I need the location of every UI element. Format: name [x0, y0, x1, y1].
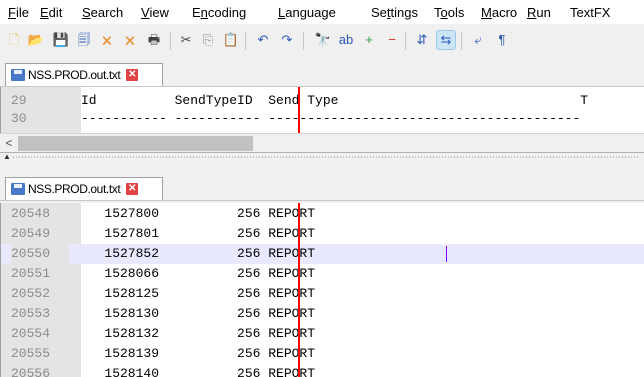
menu-encoding[interactable]: Encoding — [192, 5, 246, 20]
text-line[interactable]: 20548 1527800 256 REPORT — [1, 204, 644, 224]
menu-run[interactable]: Run — [527, 5, 551, 20]
tab-close-icon[interactable]: ✕ — [126, 69, 139, 81]
scroll-left-icon[interactable]: < — [2, 136, 16, 150]
line-text: ----------- ----------- ----------------… — [81, 111, 581, 126]
zoom-out-icon[interactable]: − — [383, 31, 401, 49]
save-all-icon[interactable]: 🗐 — [75, 31, 93, 49]
line-number: 20550 — [11, 244, 69, 264]
text-line[interactable]: 20554 1528132 256 REPORT — [1, 324, 644, 344]
tab-label: NSS.PROD.out.txt — [28, 182, 121, 196]
splitter-arrow-icon: ▲ — [3, 152, 11, 161]
line-number: 20553 — [11, 306, 51, 321]
toolbar-separator — [245, 32, 246, 50]
line-number: 20551 — [11, 266, 51, 281]
tab-label: NSS.PROD.out.txt — [28, 68, 121, 82]
menu-tools[interactable]: Tools — [434, 5, 464, 20]
print-icon[interactable]: 🖶 — [145, 31, 163, 49]
menu-edit[interactable]: Edit — [40, 5, 62, 20]
toolbar-separator — [461, 32, 462, 50]
open-file-icon[interactable]: 📂 — [27, 31, 45, 49]
show-all-chars-icon[interactable]: ¶ — [493, 31, 511, 49]
replace-icon[interactable]: ab — [337, 31, 355, 49]
line-number: 20555 — [11, 346, 51, 361]
menu-search[interactable]: Search — [82, 5, 123, 20]
line-text: 1527852 256 REPORT — [81, 246, 316, 261]
bottom-editor-pane[interactable]: 20548 1527800 256 REPORT 20549 1527801 25… — [0, 203, 644, 377]
text-line[interactable]: 29 Id SendTypeID Send Type T — [1, 92, 644, 110]
toolbar-separator — [405, 32, 406, 50]
toolbar-separator — [170, 32, 171, 50]
splitter-grip — [12, 156, 640, 158]
top-tab-nss-prod[interactable]: NSS.PROD.out.txt ✕ — [5, 63, 163, 86]
line-text: 1528132 256 REPORT — [81, 326, 316, 341]
tab-saved-icon — [11, 69, 25, 81]
toolbar-separator — [303, 32, 304, 50]
find-icon[interactable]: 🔭 — [314, 31, 332, 49]
text-line[interactable]: 30 ----------- ----------- --------------… — [1, 110, 644, 128]
text-line[interactable]: 20551 1528066 256 REPORT — [1, 264, 644, 284]
toolbar: 🗋 📂 💾 🗐 🗙 🗙 🖶 ✂ ⎘ 📋 ↶ ↷ 🔭 ab + − ⇵ ⇆ ⤶ ¶ — [0, 24, 644, 60]
line-number: 20548 — [11, 206, 51, 221]
text-line[interactable]: 20550 1527852 256 REPORT — [1, 244, 644, 264]
horizontal-scrollbar[interactable]: < — [0, 133, 644, 153]
sync-vertical-icon[interactable]: ⇵ — [413, 31, 431, 49]
copy-icon[interactable]: ⎘ — [199, 31, 217, 49]
paste-icon[interactable]: 📋 — [222, 31, 240, 49]
line-text: Id SendTypeID Send Type T — [81, 93, 589, 108]
text-line[interactable]: 20552 1528125 256 REPORT — [1, 284, 644, 304]
bottom-tab-bar: NSS.PROD.out.txt ✕ — [0, 174, 644, 201]
line-number: 29 — [11, 93, 27, 108]
text-line[interactable]: 20555 1528139 256 REPORT — [1, 344, 644, 364]
menu-macro[interactable]: Macro — [481, 5, 517, 20]
close-icon[interactable]: 🗙 — [98, 31, 116, 49]
bottom-tab-nss-prod[interactable]: NSS.PROD.out.txt ✕ — [5, 177, 163, 200]
zoom-in-icon[interactable]: + — [360, 31, 378, 49]
save-icon[interactable]: 💾 — [52, 31, 70, 49]
line-number: 20554 — [11, 326, 51, 341]
line-number: 20556 — [11, 366, 51, 377]
new-file-icon[interactable]: 🗋 — [5, 31, 23, 49]
edge-column-line — [298, 203, 300, 377]
menu-textfx[interactable]: TextFX — [570, 5, 610, 20]
sync-horizontal-icon[interactable]: ⇆ — [436, 30, 456, 50]
line-text: 1528066 256 REPORT — [81, 266, 316, 281]
redo-icon[interactable]: ↷ — [278, 31, 296, 49]
menu-language[interactable]: Language — [278, 5, 336, 20]
menu-view[interactable]: View — [141, 5, 169, 20]
text-line[interactable]: 20556 1528140 256 REPORT — [1, 364, 644, 377]
text-caret — [446, 246, 447, 262]
menu-file[interactable]: File — [8, 5, 29, 20]
line-number: 30 — [11, 111, 27, 126]
scrollbar-thumb[interactable] — [18, 136, 253, 151]
tab-close-icon[interactable]: ✕ — [126, 183, 139, 195]
line-text: 1528125 256 REPORT — [81, 286, 316, 301]
line-number: 20552 — [11, 286, 51, 301]
undo-icon[interactable]: ↶ — [254, 31, 272, 49]
word-wrap-icon[interactable]: ⤶ — [469, 31, 487, 49]
line-text: 1528139 256 REPORT — [81, 346, 316, 361]
edge-column-line — [298, 87, 300, 133]
text-line[interactable]: 20553 1528130 256 REPORT — [1, 304, 644, 324]
line-text: 1527801 256 REPORT — [81, 226, 316, 241]
close-all-icon[interactable]: 🗙 — [121, 31, 139, 49]
tab-saved-icon — [11, 183, 25, 195]
menu-bar: File Edit Search View Encoding Language Settin… — [0, 0, 644, 24]
top-tab-bar: NSS.PROD.out.txt ✕ — [0, 60, 644, 87]
text-line[interactable]: 20549 1527801 256 REPORT — [1, 224, 644, 244]
view-splitter[interactable]: ▲ — [0, 152, 644, 161]
line-text: 1528140 256 REPORT — [81, 366, 316, 377]
cut-icon[interactable]: ✂ — [177, 31, 195, 49]
menu-settings[interactable]: Settings — [371, 5, 418, 20]
top-editor-pane[interactable]: 29 Id SendTypeID Send Type T 30 -----------… — [0, 87, 644, 133]
line-number: 20549 — [11, 226, 51, 241]
line-text: 1528130 256 REPORT — [81, 306, 316, 321]
line-text: 1527800 256 REPORT — [81, 206, 316, 221]
